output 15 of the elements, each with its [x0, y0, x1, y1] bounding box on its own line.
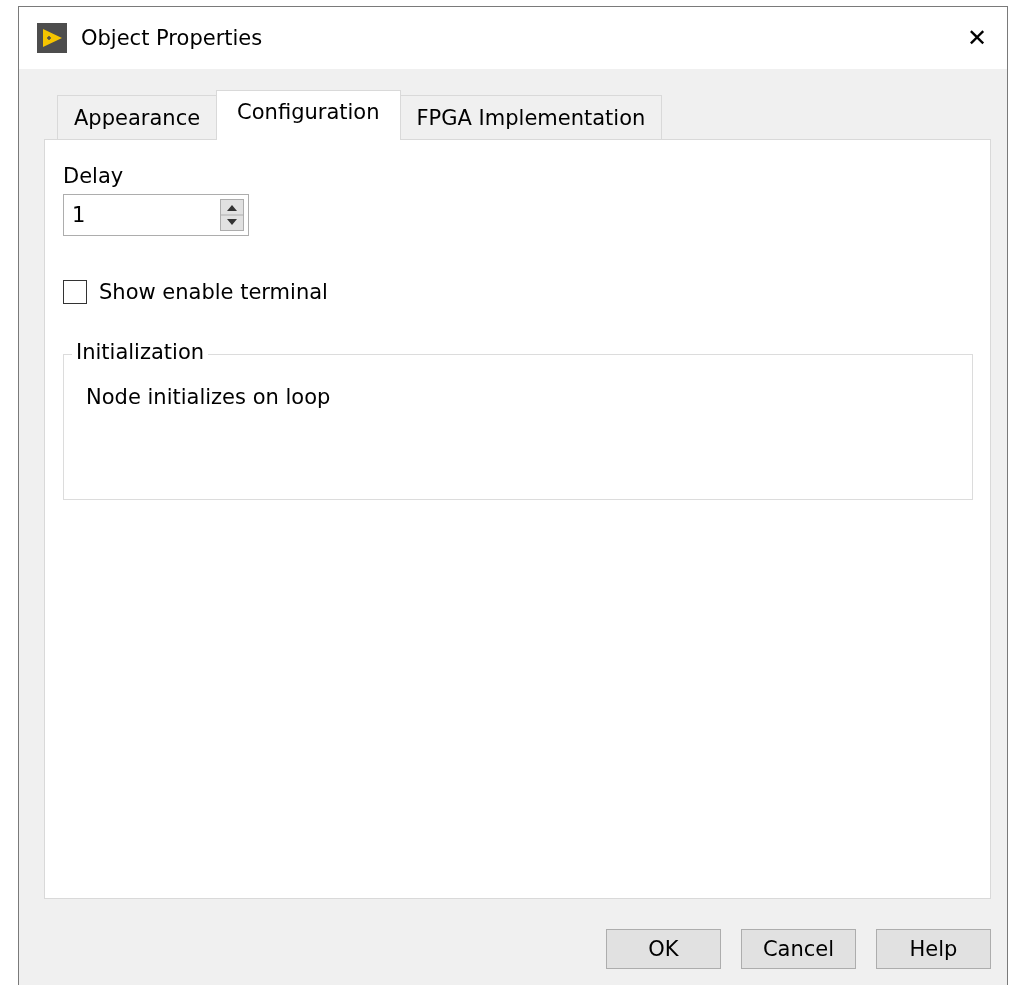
help-button[interactable]: Help: [876, 929, 991, 969]
checkbox[interactable]: [63, 280, 87, 304]
app-icon: [37, 23, 67, 53]
delay-label: Delay: [63, 164, 124, 188]
spinner-icon[interactable]: [220, 199, 244, 231]
checkbox-label: Show enable terminal: [99, 280, 328, 304]
tab[interactable]: Configuration: [216, 90, 401, 140]
tab[interactable]: FPGA Implementation: [399, 95, 663, 139]
delay-field[interactable]: 1: [63, 194, 249, 236]
tab[interactable]: Appearance: [57, 95, 218, 139]
cancel-button[interactable]: Cancel: [741, 929, 856, 969]
ok-button[interactable]: OK: [606, 929, 721, 969]
group-text: Node initializes on loop: [86, 385, 331, 409]
close-button[interactable]: ✕: [947, 7, 1007, 69]
window-title: Object Properties: [81, 26, 264, 50]
